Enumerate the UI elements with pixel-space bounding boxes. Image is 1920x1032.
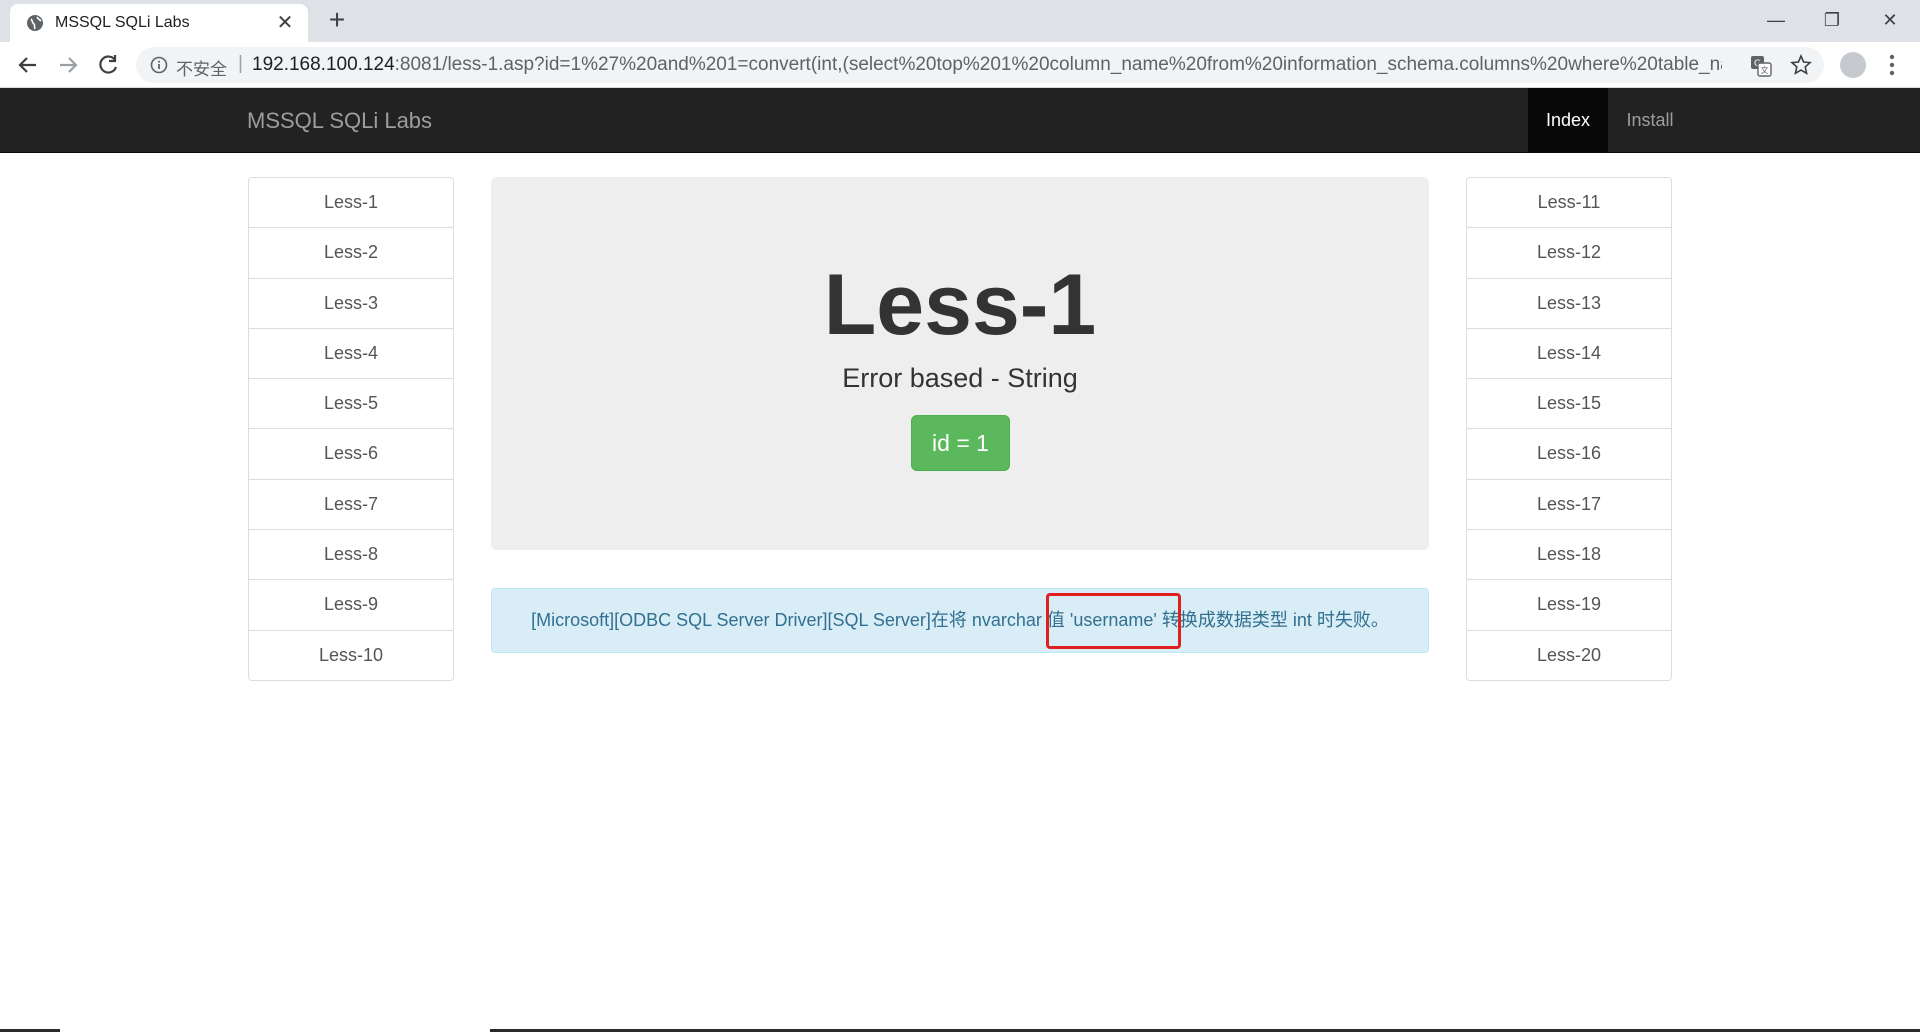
- lesson-link[interactable]: Less-6: [248, 428, 454, 480]
- lesson-link[interactable]: Less-2: [248, 227, 454, 279]
- minimize-window-button[interactable]: —: [1746, 0, 1806, 40]
- forward-arrow-icon[interactable]: [52, 49, 84, 81]
- address-bar[interactable]: 不安全 | 192.168.100.124:8081/less-1.asp?id…: [136, 47, 1824, 83]
- info-icon[interactable]: [150, 56, 168, 74]
- bookmark-star-icon[interactable]: [1790, 54, 1812, 76]
- translate-icon[interactable]: G 文: [1750, 55, 1772, 77]
- lesson-link[interactable]: Less-14: [1466, 327, 1672, 380]
- close-window-button[interactable]: ✕: [1860, 0, 1920, 40]
- tab-title: MSSQL SQLi Labs: [55, 14, 190, 31]
- lesson-link[interactable]: Less-5: [248, 378, 454, 430]
- url-text[interactable]: 192.168.100.124:8081/less-1.asp?id=1%27%…: [252, 54, 1722, 76]
- site-navbar: MSSQL SQLi Labs Index Install: [0, 88, 1920, 153]
- lesson-link[interactable]: Less-18: [1466, 529, 1672, 581]
- lesson-link[interactable]: Less-16: [1466, 428, 1672, 480]
- back-arrow-icon[interactable]: [12, 49, 44, 81]
- id-button[interactable]: id = 1: [911, 415, 1010, 471]
- lesson-link[interactable]: Less-20: [1466, 629, 1672, 681]
- url-path: :8081/less-1.asp?id=1%27%20and%201=conve…: [394, 54, 1722, 75]
- browser-tab[interactable]: MSSQL SQLi Labs ✕: [10, 4, 308, 42]
- profile-avatar[interactable]: [1840, 52, 1866, 78]
- lesson-title: Less-1: [823, 257, 1097, 353]
- address-separator: |: [238, 53, 243, 74]
- insecure-label: 不安全: [176, 60, 227, 79]
- globe-icon: [27, 15, 43, 31]
- lesson-link[interactable]: Less-12: [1466, 227, 1672, 279]
- lesson-list-left: Less-1 Less-2 Less-3 Less-4 Less-5 Less-…: [248, 177, 454, 681]
- lesson-link[interactable]: Less-10: [248, 629, 454, 681]
- close-tab-icon[interactable]: ✕: [274, 12, 296, 34]
- new-tab-button[interactable]: +: [322, 6, 352, 36]
- lesson-link[interactable]: Less-8: [248, 529, 454, 581]
- lesson-link[interactable]: Less-3: [248, 277, 454, 329]
- restore-window-button[interactable]: ❐: [1802, 0, 1862, 40]
- sql-error-alert: [Microsoft][ODBC SQL Server Driver][SQL …: [491, 588, 1429, 653]
- lesson-list-right: Less-11 Less-12 Less-13 Less-14 Less-15 …: [1466, 177, 1672, 681]
- brand-link[interactable]: MSSQL SQLi Labs: [247, 108, 432, 134]
- lesson-link[interactable]: Less-7: [248, 478, 454, 531]
- reload-icon[interactable]: [92, 49, 124, 81]
- lesson-link[interactable]: Less-15: [1466, 378, 1672, 430]
- browser-tabstrip: MSSQL SQLi Labs ✕ + — ❐ ✕: [0, 0, 1920, 42]
- nav-index-link[interactable]: Index: [1528, 88, 1608, 152]
- lesson-link[interactable]: Less-17: [1466, 478, 1672, 531]
- lesson-link[interactable]: Less-13: [1466, 277, 1672, 329]
- svg-text:文: 文: [1761, 65, 1769, 75]
- lesson-link[interactable]: Less-9: [248, 579, 454, 631]
- more-menu-icon[interactable]: [1882, 52, 1902, 78]
- lesson-subtitle: Error based - String: [842, 363, 1078, 393]
- annotation-highlight-box: [1046, 593, 1181, 649]
- lesson-jumbotron: Less-1 Error based - String id = 1: [491, 177, 1429, 550]
- lesson-link[interactable]: Less-11: [1466, 177, 1672, 229]
- nav-install-link[interactable]: Install: [1608, 88, 1692, 152]
- url-host: 192.168.100.124: [252, 54, 395, 75]
- lesson-link[interactable]: Less-1: [248, 177, 454, 229]
- browser-toolbar: 不安全 | 192.168.100.124:8081/less-1.asp?id…: [0, 42, 1920, 88]
- lesson-link[interactable]: Less-4: [248, 327, 454, 380]
- lesson-link[interactable]: Less-19: [1466, 579, 1672, 631]
